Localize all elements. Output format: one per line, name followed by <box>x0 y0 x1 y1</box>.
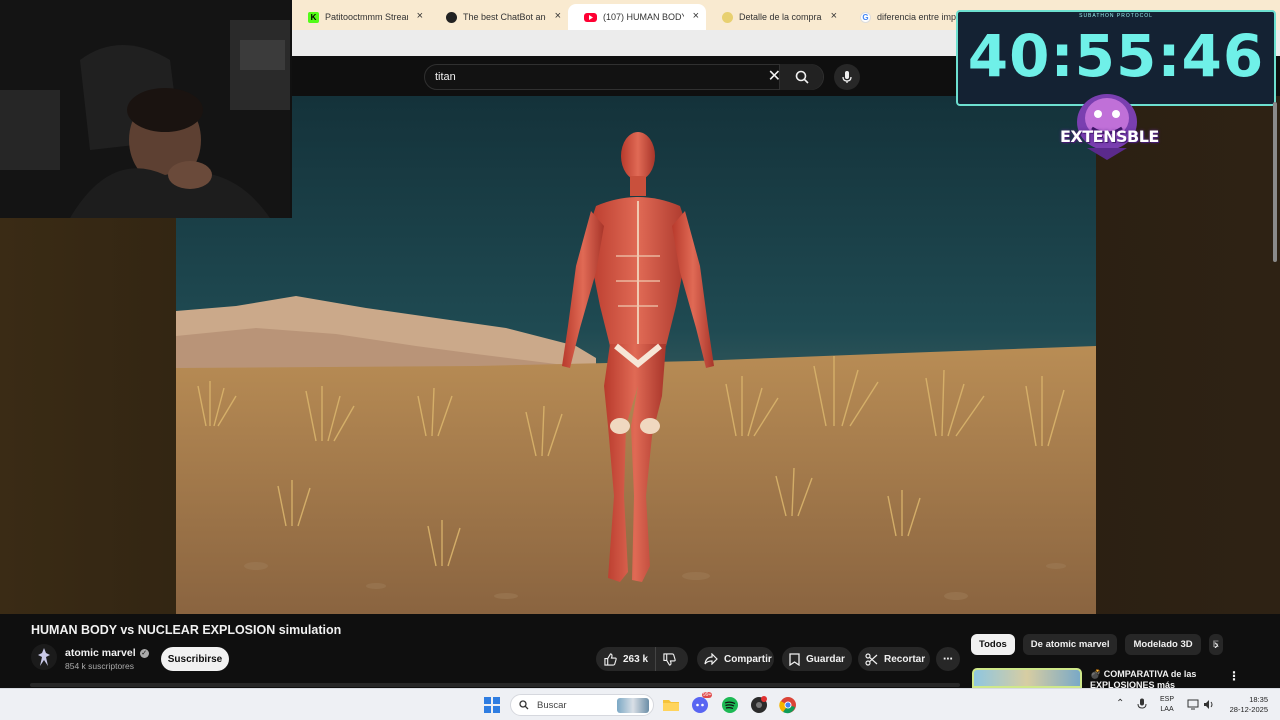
chip-all[interactable]: Todos <box>971 634 1015 655</box>
shopping-icon <box>722 11 733 23</box>
clock-time: 18:35 <box>1249 695 1268 704</box>
browser-tab[interactable]: K Patitooctmmm Stream - V × <box>292 4 430 30</box>
youtube-icon <box>584 12 597 22</box>
more-icon: ⋯ <box>943 653 953 665</box>
search-icon <box>519 700 529 710</box>
recommended-title[interactable]: 💣 COMPARATIVA de las EXPLOSIONES más <box>1090 669 1220 689</box>
tab-title: The best ChatBot and Wi <box>463 12 546 22</box>
browser-tab-active[interactable]: (107) HUMAN BODY vs N × <box>568 4 706 30</box>
keyboard-layout: LAA <box>1160 706 1174 713</box>
share-icon <box>704 653 718 665</box>
video-metadata: HUMAN BODY vs NUCLEAR EXPLOSION simulati… <box>0 614 1280 689</box>
like-dislike-group: 263 k <box>596 647 688 671</box>
bomb-icon: 💣 <box>1090 669 1102 679</box>
mascot-logo-icon <box>1077 94 1137 160</box>
taskbar: Buscar 99+ ⌃ ESP LAA 18:35 28-12-2025 <box>0 688 1280 720</box>
save-button[interactable]: Guardar <box>782 647 852 671</box>
video-player[interactable] <box>176 96 1096 614</box>
verified-icon: ✓ <box>139 648 149 658</box>
tab-title: Detalle de la compra <box>739 12 822 22</box>
mic-icon[interactable] <box>1137 698 1147 711</box>
channel-name[interactable]: atomic marvel ✓ <box>65 647 149 659</box>
recommendation-chips: Todos De atomic marvel Modelado 3D E <box>971 634 1231 656</box>
volume-icon[interactable] <box>1203 699 1215 710</box>
voice-search-button[interactable] <box>834 64 860 90</box>
clock-date: 28-12-2025 <box>1229 705 1268 714</box>
search-icon <box>795 70 809 84</box>
app-icon[interactable] <box>750 696 768 714</box>
google-icon: G <box>860 11 871 23</box>
search-box: ✕ <box>424 64 824 90</box>
chevron-right-icon[interactable]: › <box>1214 636 1219 652</box>
avatar-figure-icon <box>31 644 57 670</box>
recommended-thumbnail[interactable] <box>972 668 1082 688</box>
clip-label: Recortar <box>884 653 926 665</box>
discord-button[interactable]: 99+ <box>691 692 713 714</box>
system-clock[interactable]: 18:35 28-12-2025 <box>1224 695 1268 715</box>
search-highlight-image <box>617 698 649 713</box>
video-title: HUMAN BODY vs NUCLEAR EXPLOSION simulati… <box>31 623 342 637</box>
video-frame-image <box>176 96 1096 614</box>
channel-name-text[interactable]: atomic marvel <box>65 647 136 659</box>
scrollbar-thumb[interactable] <box>1273 102 1277 262</box>
taskbar-search-placeholder: Buscar <box>537 699 567 711</box>
scissors-icon <box>865 652 878 666</box>
channel-avatar[interactable] <box>31 644 57 670</box>
browser-tab[interactable]: The best ChatBot and Wi × <box>430 4 568 30</box>
search-button[interactable] <box>779 64 823 90</box>
clip-button[interactable]: Recortar <box>858 647 930 671</box>
close-tab-icon[interactable]: × <box>693 11 699 22</box>
language-indicator[interactable]: ESP LAA <box>1160 695 1174 715</box>
discord-icon <box>692 697 708 713</box>
recommended-title-text[interactable]: COMPARATIVA de las EXPLOSIONES más <box>1090 669 1196 689</box>
subscribe-button[interactable]: Suscribirse <box>161 647 229 671</box>
timer-header: SUBATHON PROTOCOL <box>1079 13 1153 19</box>
search-input[interactable] <box>425 71 745 83</box>
like-button[interactable]: 263 k <box>596 647 656 671</box>
windows-start-icon[interactable] <box>484 697 500 713</box>
save-label: Guardar <box>806 653 845 665</box>
share-button[interactable]: Compartir <box>697 647 774 671</box>
share-label: Compartir <box>724 653 772 665</box>
chip-channel[interactable]: De atomic marvel <box>1022 634 1118 655</box>
tab-title: Patitooctmmm Stream - V <box>325 12 408 22</box>
tab-title: (107) HUMAN BODY vs N <box>603 12 684 22</box>
spotify-icon[interactable] <box>721 696 739 714</box>
language-code: ESP <box>1160 696 1175 703</box>
webcam-feed <box>0 0 292 218</box>
kebab-menu-icon[interactable]: ⋮ <box>1228 669 1240 683</box>
chrome-icon[interactable] <box>779 696 797 714</box>
like-count: 263 k <box>623 653 649 665</box>
thumbs-up-icon <box>604 652 617 666</box>
mic-icon <box>842 71 852 83</box>
chevron-up-icon[interactable]: ⌃ <box>1116 698 1124 709</box>
thumbs-down-icon <box>662 652 676 666</box>
subscriber-count: 854 k suscriptores <box>65 661 134 671</box>
bookmark-icon <box>789 652 800 666</box>
browser-tab[interactable]: Detalle de la compra × <box>706 4 844 30</box>
screen: K Patitooctmmm Stream - V × The best Cha… <box>0 0 1280 720</box>
taskbar-search[interactable]: Buscar <box>510 694 654 716</box>
tab-title: diferencia entre implo <box>877 12 960 22</box>
page-scrollbar[interactable] <box>1270 96 1280 686</box>
more-actions-button[interactable]: ⋯ <box>936 647 960 671</box>
timer-value: 40:55:46 <box>967 22 1265 90</box>
network-icon[interactable] <box>1187 699 1199 710</box>
description-box-edge <box>30 683 960 687</box>
file-explorer-icon[interactable] <box>662 696 680 714</box>
overlay-logo-text: EXTENSBLE <box>1060 127 1159 146</box>
chatbot-icon <box>446 11 457 23</box>
dislike-button[interactable] <box>656 647 688 671</box>
notification-badge: 99+ <box>702 692 713 698</box>
chip-3d-modeling[interactable]: Modelado 3D <box>1125 634 1201 655</box>
kick-icon: K <box>308 11 319 23</box>
close-tab-icon[interactable]: × <box>417 11 423 22</box>
webcam-image <box>0 0 290 218</box>
close-tab-icon[interactable]: × <box>555 11 561 22</box>
close-tab-icon[interactable]: × <box>831 11 837 22</box>
